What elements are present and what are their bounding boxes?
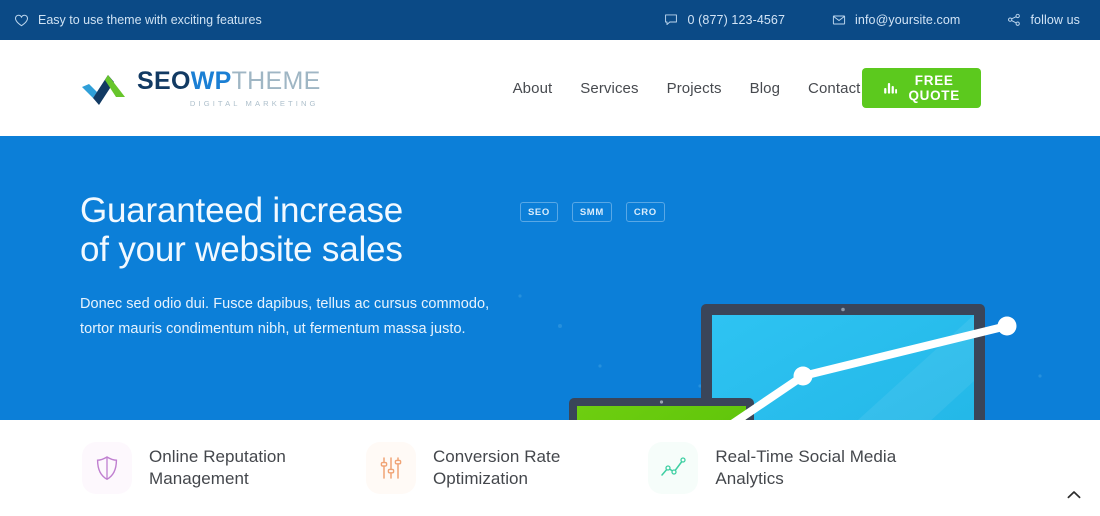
landing-page: Easy to use theme with exciting features…	[0, 0, 1100, 516]
feature-2-line1: Conversion Rate	[432, 447, 561, 467]
checkmark-arrow-logo-icon	[80, 67, 128, 109]
hero-copy: Guaranteed increase of your website sale…	[80, 191, 500, 342]
logo-text: SEOWPTHEME DIGITAL MARKETING	[137, 66, 321, 108]
logo-word-seo: SEO	[137, 66, 191, 95]
chevron-up-icon[interactable]	[1066, 489, 1082, 504]
envelope-icon	[831, 13, 846, 28]
tag-seo[interactable]: SEO	[520, 202, 558, 222]
logo-tagline: DIGITAL MARKETING	[189, 98, 319, 108]
feature-1-line1: Online Reputation	[149, 447, 286, 467]
heart-icon	[14, 13, 29, 28]
feature-3-line1: Real-Time Social Media	[715, 447, 897, 467]
topbar-email[interactable]: info@yoursite.com	[831, 13, 960, 28]
feature-conversion-rate[interactable]: Conversion Rate Optimization	[365, 442, 560, 494]
topbar-email-label: info@yoursite.com	[855, 13, 961, 27]
top-utility-bar: Easy to use theme with exciting features…	[0, 0, 1100, 40]
feature-3-line2: Analytics	[715, 469, 784, 488]
free-quote-label: FREE QUOTE	[908, 73, 960, 103]
nav-item-projects[interactable]: Projects	[665, 76, 724, 101]
hero-title-line1: Guaranteed increase	[80, 191, 404, 230]
topbar-social[interactable]: follow us	[1006, 13, 1080, 28]
feature-1-line2: Management	[149, 469, 249, 488]
main-navigation: About Services Projects Blog Contact	[511, 76, 863, 101]
topbar-phone[interactable]: 0 (877) 123-4567	[664, 13, 786, 28]
line-chart-icon	[648, 442, 699, 494]
hero-title: Guaranteed increase of your website sale…	[80, 191, 500, 269]
hero-service-tags: SEO SMM CRO	[520, 202, 665, 222]
topbar-contact-group: 0 (877) 123-4567 info@yoursite.com follo…	[664, 13, 1080, 28]
nav-item-contact[interactable]: Contact	[806, 76, 862, 101]
chat-bubble-icon	[664, 13, 679, 28]
feature-social-analytics[interactable]: Real-Time Social Media Analytics	[648, 442, 896, 494]
feature-label-online-reputation: Online Reputation Management	[149, 446, 286, 490]
logo-word-theme: THEME	[231, 66, 321, 95]
site-header: SEOWPTHEME DIGITAL MARKETING About Servi…	[0, 40, 1100, 136]
feature-2-line2: Optimization	[432, 469, 529, 488]
nav-item-about[interactable]: About	[511, 76, 555, 101]
logo-word-wp: WP	[190, 66, 232, 95]
share-icon	[1006, 13, 1021, 28]
nav-item-services[interactable]: Services	[578, 76, 640, 101]
feature-strip: Online Reputation Management Conversion …	[0, 420, 1100, 516]
feature-online-reputation[interactable]: Online Reputation Management	[82, 442, 286, 494]
hero-title-line2: of your website sales	[80, 230, 403, 270]
hero-paragraph: Donec sed odio dui. Fusce dapibus, tellu…	[80, 296, 490, 338]
topbar-phone-label: 0 (877) 123-4567	[687, 13, 786, 27]
logo-wordmark: SEOWPTHEME	[137, 66, 321, 95]
site-logo[interactable]: SEOWPTHEME DIGITAL MARKETING	[80, 67, 321, 109]
tag-smm[interactable]: SMM	[571, 202, 612, 222]
nav-item-blog[interactable]: Blog	[748, 76, 782, 101]
bar-chart-icon	[883, 81, 898, 95]
free-quote-button[interactable]: FREE QUOTE	[862, 68, 981, 108]
topbar-tagline: Easy to use theme with exciting features	[14, 13, 262, 28]
sliders-icon	[365, 442, 416, 494]
feature-label-social-analytics: Real-Time Social Media Analytics	[715, 446, 896, 490]
tag-cro[interactable]: CRO	[625, 202, 665, 222]
topbar-social-label: follow us	[1030, 13, 1080, 27]
topbar-tagline-label: Easy to use theme with exciting features	[38, 13, 262, 27]
feature-label-conversion-rate: Conversion Rate Optimization	[433, 446, 560, 490]
shield-icon	[82, 442, 132, 494]
hero-section: Guaranteed increase of your website sale…	[0, 136, 1100, 420]
